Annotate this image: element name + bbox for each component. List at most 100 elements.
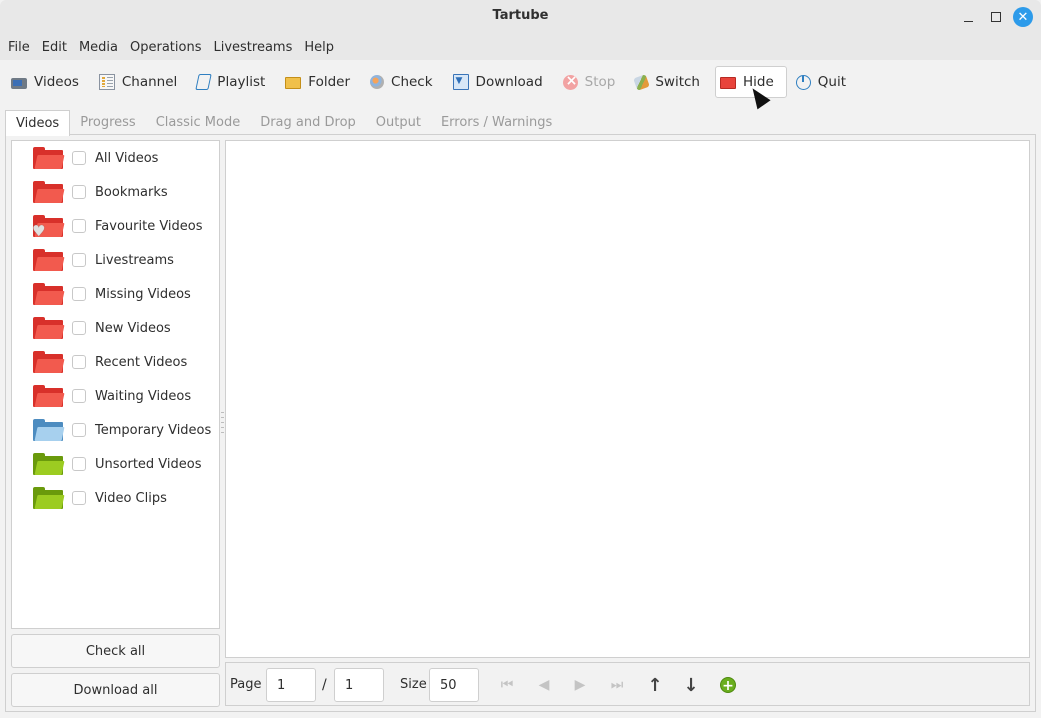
first-page-icon: ⏮ bbox=[500, 677, 514, 693]
folder-label: Bookmarks bbox=[95, 184, 168, 200]
checkbox[interactable] bbox=[72, 355, 86, 369]
download-button-label: Download bbox=[475, 74, 543, 90]
folder-icon bbox=[285, 77, 302, 89]
next-page-button[interactable]: ▶ bbox=[570, 675, 590, 695]
stop-icon bbox=[562, 73, 578, 90]
check-magnifier-icon bbox=[370, 75, 385, 89]
tab-classic-mode[interactable]: Classic Mode bbox=[146, 110, 251, 135]
window-title: Tartube bbox=[492, 8, 549, 23]
scroll-down-button[interactable]: ↓ bbox=[681, 675, 701, 696]
folder-label: Waiting Videos bbox=[95, 388, 192, 404]
folder-row-missing-videos[interactable]: Missing Videos bbox=[12, 277, 219, 311]
tab-progress[interactable]: Progress bbox=[70, 110, 145, 135]
folder-label: Temporary Videos bbox=[95, 422, 212, 438]
menu-help[interactable]: Help bbox=[304, 40, 340, 55]
stop-button[interactable]: Stop bbox=[558, 66, 623, 98]
close-button[interactable]: ✕ bbox=[1013, 7, 1033, 27]
video-camera-icon bbox=[11, 77, 27, 89]
tab-videos[interactable]: Videos bbox=[5, 110, 71, 136]
toolbar: Videos Channel Playlist Folder Check Dow… bbox=[0, 60, 1041, 104]
folder-row-unsorted-videos[interactable]: Unsorted Videos bbox=[12, 447, 219, 481]
tab-errors-warnings[interactable]: Errors / Warnings bbox=[431, 110, 562, 135]
switch-button[interactable]: Switch bbox=[630, 66, 707, 98]
checkbox[interactable] bbox=[72, 253, 86, 267]
channel-icon bbox=[98, 74, 115, 90]
checkbox[interactable] bbox=[72, 423, 86, 437]
page-separator: / bbox=[322, 677, 327, 693]
menu-operations[interactable]: Operations bbox=[130, 40, 207, 55]
checkbox[interactable] bbox=[72, 457, 86, 471]
page-size-input[interactable] bbox=[429, 668, 479, 702]
videos-button[interactable]: Videos bbox=[6, 66, 86, 98]
folder-row-video-clips[interactable]: Video Clips bbox=[12, 481, 219, 515]
quit-button-label: Quit bbox=[817, 74, 847, 90]
minimize-icon bbox=[963, 20, 973, 22]
checkbox[interactable] bbox=[72, 151, 86, 165]
checkbox[interactable] bbox=[72, 219, 86, 233]
check-button[interactable]: Check bbox=[365, 66, 440, 98]
folder-row-all-videos[interactable]: All Videos bbox=[12, 141, 219, 175]
folder-label: Livestreams bbox=[95, 252, 174, 268]
folder-row-bookmarks[interactable]: Bookmarks bbox=[12, 175, 219, 209]
video-list-panel bbox=[225, 140, 1030, 658]
tab-drag-and-drop[interactable]: Drag and Drop bbox=[250, 110, 366, 135]
download-button[interactable]: Download bbox=[448, 66, 550, 98]
playlist-scroll-icon bbox=[195, 74, 212, 90]
playlist-button-label: Playlist bbox=[217, 74, 266, 90]
maximize-button[interactable] bbox=[986, 7, 1006, 27]
red-folder-icon bbox=[33, 283, 65, 305]
folder-row-livestreams[interactable]: Livestreams bbox=[12, 243, 219, 277]
blue-folder-icon bbox=[33, 419, 65, 441]
folder-label: Video Clips bbox=[95, 490, 167, 506]
previous-icon: ◀ bbox=[538, 677, 550, 693]
menu-file[interactable]: File bbox=[8, 40, 36, 55]
menu-livestreams[interactable]: Livestreams bbox=[213, 40, 298, 55]
folder-row-recent-videos[interactable]: Recent Videos bbox=[12, 345, 219, 379]
channel-button-label: Channel bbox=[121, 74, 178, 90]
red-folder-icon bbox=[33, 351, 65, 373]
checkbox[interactable] bbox=[72, 389, 86, 403]
menu-edit[interactable]: Edit bbox=[42, 40, 73, 55]
last-page-icon: ⏭ bbox=[610, 677, 624, 693]
title-bar: Tartube ✕ bbox=[0, 0, 1041, 34]
close-icon: ✕ bbox=[1013, 7, 1033, 27]
page-input[interactable] bbox=[266, 668, 316, 702]
folder-row-temporary-videos[interactable]: Temporary Videos bbox=[12, 413, 219, 447]
checkbox[interactable] bbox=[72, 287, 86, 301]
last-page-button[interactable]: ⏭ bbox=[607, 675, 627, 695]
maximize-icon bbox=[991, 12, 1001, 22]
page-label: Page bbox=[230, 677, 262, 692]
pane-resize-handle[interactable] bbox=[221, 412, 224, 436]
minimize-button[interactable] bbox=[958, 7, 978, 27]
folder-row-waiting-videos[interactable]: Waiting Videos bbox=[12, 379, 219, 413]
checkbox[interactable] bbox=[72, 491, 86, 505]
stop-button-label: Stop bbox=[584, 74, 616, 90]
download-icon bbox=[452, 74, 469, 90]
checkbox[interactable] bbox=[72, 185, 86, 199]
folder-row-favourite-videos[interactable]: ♥ Favourite Videos bbox=[12, 209, 219, 243]
folder-label: Unsorted Videos bbox=[95, 456, 202, 472]
checkbox[interactable] bbox=[72, 321, 86, 335]
quit-button[interactable]: Quit bbox=[791, 66, 853, 98]
folder-label: New Videos bbox=[95, 320, 171, 336]
heart-icon: ♥ bbox=[32, 222, 46, 240]
red-folder-icon bbox=[33, 249, 65, 271]
red-folder-icon bbox=[720, 77, 736, 89]
playlist-button[interactable]: Playlist bbox=[192, 66, 272, 98]
folder-button[interactable]: Folder bbox=[280, 66, 357, 98]
channel-button[interactable]: Channel bbox=[94, 66, 184, 98]
menu-media[interactable]: Media bbox=[79, 40, 124, 55]
switch-button-label: Switch bbox=[655, 74, 700, 90]
download-all-button[interactable]: Download all bbox=[11, 673, 220, 707]
check-all-button[interactable]: Check all bbox=[11, 634, 220, 668]
total-pages-field[interactable] bbox=[334, 668, 384, 702]
folder-row-new-videos[interactable]: New Videos bbox=[12, 311, 219, 345]
folder-button-label: Folder bbox=[308, 74, 351, 90]
scroll-up-button[interactable]: ↑ bbox=[645, 675, 665, 696]
tab-output[interactable]: Output bbox=[366, 110, 431, 135]
previous-page-button[interactable]: ◀ bbox=[534, 675, 554, 695]
first-page-button[interactable]: ⏮ bbox=[497, 675, 517, 695]
red-folder-icon bbox=[33, 181, 65, 203]
size-label: Size bbox=[400, 677, 427, 692]
add-button[interactable]: + bbox=[718, 675, 738, 695]
